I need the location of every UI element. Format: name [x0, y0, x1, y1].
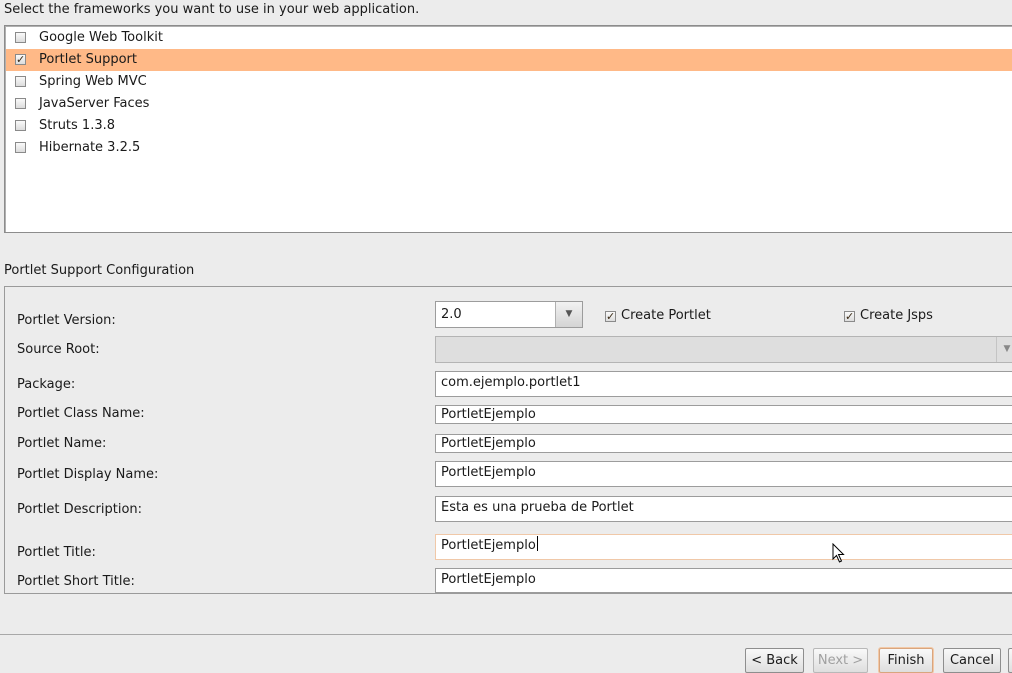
framework-label: Google Web Toolkit [39, 30, 163, 45]
portlet-name-field[interactable]: PortletEjemplo [435, 434, 1012, 453]
chevron-down-icon[interactable]: ▼ [555, 302, 582, 327]
create-jsps-label: Create Jsps [860, 308, 933, 323]
text-caret [536, 536, 538, 551]
framework-label: Struts 1.3.8 [39, 118, 116, 133]
portlet-version-value: 2.0 [441, 307, 462, 322]
framework-item-spring-web-mvc[interactable]: Spring Web MVC [6, 71, 1012, 93]
framework-label: Hibernate 3.2.5 [39, 140, 141, 155]
create-jsps-checkbox[interactable]: Create Jsps [844, 308, 933, 323]
framework-item-portlet-support[interactable]: Portlet Support [6, 49, 1012, 71]
footer-divider [0, 634, 1012, 635]
frameworks-list[interactable]: Google Web Toolkit Portlet Support Sprin… [4, 25, 1012, 233]
checkmark-icon[interactable] [844, 311, 855, 322]
portlet-version-select[interactable]: 2.0 ▼ [435, 301, 583, 328]
package-field[interactable]: com.ejemplo.portlet1 [435, 371, 1012, 397]
framework-checkbox[interactable] [15, 142, 26, 153]
source-root-select: ▼ [435, 336, 1012, 363]
cancel-button[interactable]: Cancel [943, 648, 1001, 673]
framework-label: Spring Web MVC [39, 74, 147, 89]
display-name-label: Portlet Display Name: [17, 467, 159, 482]
description-label: Portlet Description: [17, 502, 143, 517]
portlet-version-label: Portlet Version: [17, 313, 116, 328]
framework-checkbox[interactable] [15, 98, 26, 109]
class-name-field[interactable]: PortletEjemplo [435, 405, 1012, 424]
title-field[interactable]: PortletEjemplo [435, 534, 1012, 560]
create-portlet-label: Create Portlet [621, 308, 711, 323]
next-button[interactable]: Next > [813, 648, 868, 673]
back-button[interactable]: < Back [745, 648, 804, 673]
display-name-field[interactable]: PortletEjemplo [435, 461, 1012, 487]
framework-checkbox[interactable] [15, 76, 26, 87]
framework-label: JavaServer Faces [39, 96, 150, 111]
framework-checkbox[interactable] [15, 32, 26, 43]
short-title-label: Portlet Short Title: [17, 574, 135, 589]
source-root-label: Source Root: [17, 342, 100, 357]
portlet-config-panel: Portlet Version: 2.0 ▼ Create Portlet Cr… [4, 286, 1012, 594]
title-value: PortletEjemplo [441, 538, 536, 553]
config-section-title: Portlet Support Configuration [4, 263, 195, 278]
framework-item-google-web-toolkit[interactable]: Google Web Toolkit [6, 27, 1012, 49]
framework-item-javaserver-faces[interactable]: JavaServer Faces [6, 93, 1012, 115]
framework-item-struts[interactable]: Struts 1.3.8 [6, 115, 1012, 137]
title-label: Portlet Title: [17, 545, 96, 560]
class-name-label: Portlet Class Name: [17, 406, 145, 421]
create-portlet-checkbox[interactable]: Create Portlet [605, 308, 711, 323]
portlet-name-label: Portlet Name: [17, 436, 107, 451]
package-label: Package: [17, 377, 76, 392]
frameworks-prompt: Select the frameworks you want to use in… [4, 2, 420, 17]
finish-button[interactable]: Finish [879, 648, 933, 673]
framework-checkbox[interactable] [15, 54, 26, 65]
checkmark-icon[interactable] [605, 311, 616, 322]
short-title-field[interactable]: PortletEjemplo [435, 568, 1012, 593]
description-field[interactable]: Esta es una prueba de Portlet [435, 496, 1012, 522]
help-button[interactable] [1008, 648, 1012, 673]
framework-item-hibernate[interactable]: Hibernate 3.2.5 [6, 137, 1012, 159]
mouse-pointer-icon [832, 543, 845, 563]
chevron-down-icon: ▼ [996, 337, 1012, 362]
framework-label: Portlet Support [39, 52, 138, 67]
framework-checkbox[interactable] [15, 120, 26, 131]
